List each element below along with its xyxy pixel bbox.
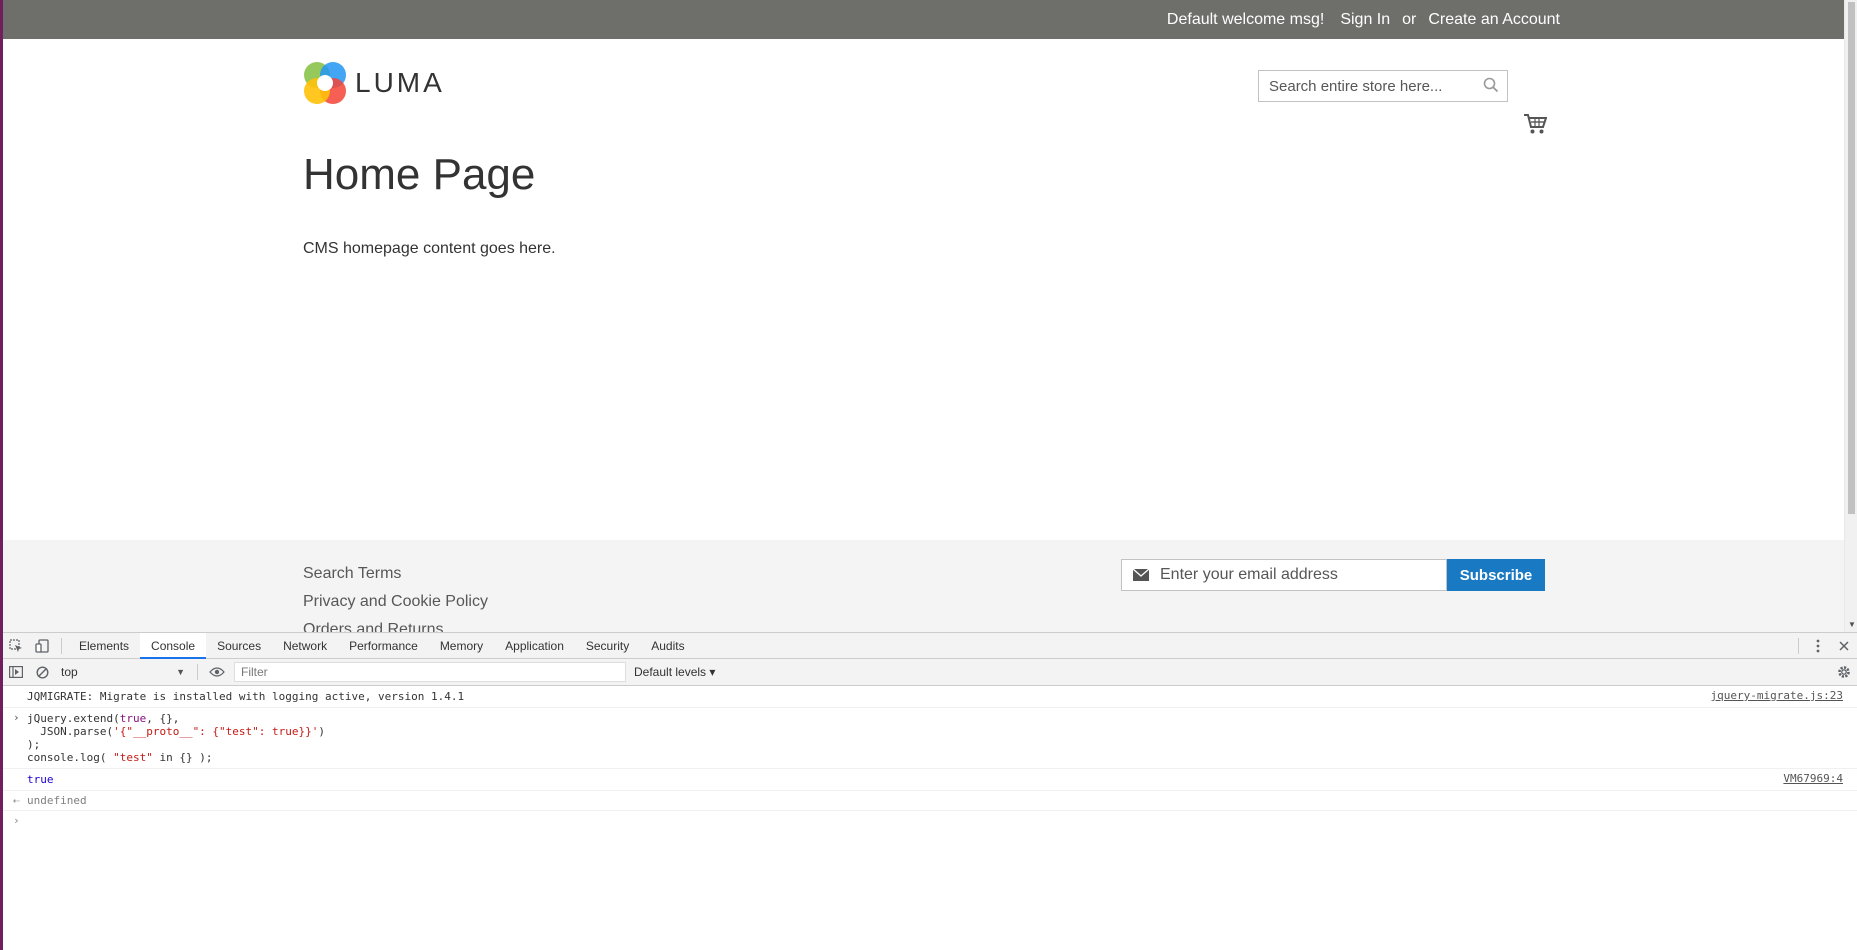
footer-link-privacy[interactable]: Privacy and Cookie Policy <box>303 588 488 616</box>
devtools-panel: Elements Console Sources Network Perform… <box>3 632 1857 950</box>
code-token: JSON.parse( <box>27 725 114 738</box>
newsletter-email-input[interactable] <box>1160 561 1440 589</box>
console-input-entry: › jQuery.extend(true, {}, JSON.parse('{"… <box>3 708 1857 769</box>
console-filter <box>234 662 626 682</box>
luma-logo-icon <box>304 62 346 104</box>
top-links: Default welcome msg! Sign In or Create a… <box>1167 0 1560 39</box>
newsletter-field <box>1121 559 1447 591</box>
source-link[interactable]: jquery-migrate.js:23 <box>1711 689 1843 702</box>
footer: Search Terms Privacy and Cookie Policy O… <box>3 540 1847 632</box>
tab-performance[interactable]: Performance <box>338 633 429 659</box>
code-token: jQuery.extend( <box>27 712 120 725</box>
tab-application[interactable]: Application <box>494 633 575 659</box>
tab-network[interactable]: Network <box>272 633 338 659</box>
page-title: Home Page <box>303 150 536 199</box>
or-text: or <box>1402 10 1417 28</box>
console-return-value: ⇠ undefined <box>3 791 1857 811</box>
toolbar-separator <box>197 664 198 680</box>
live-expression-eye-icon[interactable] <box>204 659 230 685</box>
message-text: JQMIGRATE: Migrate is installed with log… <box>27 690 465 703</box>
code-line-3: ); <box>27 738 41 751</box>
inspect-element-icon[interactable] <box>3 633 29 659</box>
console-message-migrate: JQMIGRATE: Migrate is installed with log… <box>3 686 1857 708</box>
footer-links: Search Terms Privacy and Cookie Policy O… <box>303 560 488 632</box>
devtools-actions <box>1792 633 1857 659</box>
source-link[interactable]: VM67969:4 <box>1783 772 1843 785</box>
console-prompt[interactable]: › <box>3 811 1857 831</box>
context-select[interactable]: top ▼ <box>55 662 191 682</box>
subscribe-button[interactable]: Subscribe <box>1447 559 1545 591</box>
tab-security[interactable]: Security <box>575 633 640 659</box>
scrollbar-thumb[interactable] <box>1848 2 1855 514</box>
tab-memory[interactable]: Memory <box>429 633 494 659</box>
sign-in-link[interactable]: Sign In <box>1340 11 1390 29</box>
search-input[interactable] <box>1259 71 1469 101</box>
tab-separator <box>61 637 62 654</box>
return-arrow-icon: ⇠ <box>13 794 20 807</box>
footer-link-orders[interactable]: Orders and Returns <box>303 616 488 632</box>
prompt-input[interactable] <box>27 815 34 828</box>
code-line-1: jQuery.extend(true, {}, <box>27 712 1833 725</box>
create-account-link[interactable]: Create an Account <box>1428 11 1560 29</box>
envelope-icon <box>1132 568 1150 581</box>
code-string: "test" <box>113 751 153 764</box>
code-token: ) <box>318 725 326 738</box>
chevron-right-icon: › <box>13 711 20 724</box>
sidebar-toggle-icon[interactable] <box>3 659 29 685</box>
logo-text: LUMA <box>355 67 445 98</box>
cart-icon[interactable] <box>1523 113 1547 135</box>
top-bar: Default welcome msg! Sign In or Create a… <box>3 0 1857 39</box>
more-options-icon[interactable] <box>1805 633 1831 659</box>
tab-elements[interactable]: Elements <box>68 633 140 659</box>
page-scrollbar[interactable]: ▼ <box>1844 0 1857 632</box>
filter-input[interactable] <box>235 665 615 679</box>
code-line-4: console.log( "test" in {} ); <box>27 751 1833 764</box>
devtools-tabbar: Elements Console Sources Network Perform… <box>3 632 1857 659</box>
luma-logo[interactable]: LUMA <box>303 61 445 105</box>
code-token: , {}, <box>146 712 180 725</box>
chevron-down-icon: ▼ <box>176 667 185 677</box>
code-token: in {} ); <box>152 751 213 764</box>
log-value: true <box>27 773 54 786</box>
close-devtools-icon[interactable] <box>1831 633 1857 659</box>
clear-console-icon[interactable] <box>29 659 55 685</box>
header: LUMA <box>3 39 1857 139</box>
context-value: top <box>61 665 78 679</box>
welcome-message: Default welcome msg! <box>1166 10 1325 28</box>
log-levels-dropdown[interactable]: Default levels ▾ <box>634 665 715 679</box>
cms-content: CMS homepage content goes here. <box>303 240 556 257</box>
console-log-result: true VM67969:4 <box>3 769 1857 791</box>
page-viewport: Default welcome msg! Sign In or Create a… <box>3 0 1857 632</box>
tab-sources[interactable]: Sources <box>206 633 272 659</box>
prompt-chevron-icon: › <box>13 814 20 827</box>
search-box <box>1258 70 1508 102</box>
footer-link-search-terms[interactable]: Search Terms <box>303 560 488 588</box>
code-keyword: true <box>119 712 147 725</box>
tab-console[interactable]: Console <box>140 632 207 659</box>
tab-audits[interactable]: Audits <box>640 633 695 659</box>
code-string: '{"__proto__": {"test": true}}' <box>113 725 319 738</box>
code-line-2: JSON.parse('{"__proto__": {"test": true}… <box>27 725 1833 738</box>
console-settings <box>1831 659 1857 685</box>
code-token: console.log( <box>27 751 114 764</box>
return-text: undefined <box>27 794 87 807</box>
gear-icon[interactable] <box>1831 659 1857 685</box>
newsletter-form: Subscribe <box>1121 559 1545 591</box>
actions-separator <box>1798 638 1799 654</box>
device-toolbar-icon[interactable] <box>29 633 55 659</box>
console-output: JQMIGRATE: Migrate is installed with log… <box>3 686 1857 831</box>
search-icon[interactable] <box>1483 77 1499 93</box>
scroll-down-arrow-icon[interactable]: ▼ <box>1848 620 1856 629</box>
console-toolbar: top ▼ Default levels ▾ <box>3 659 1857 686</box>
